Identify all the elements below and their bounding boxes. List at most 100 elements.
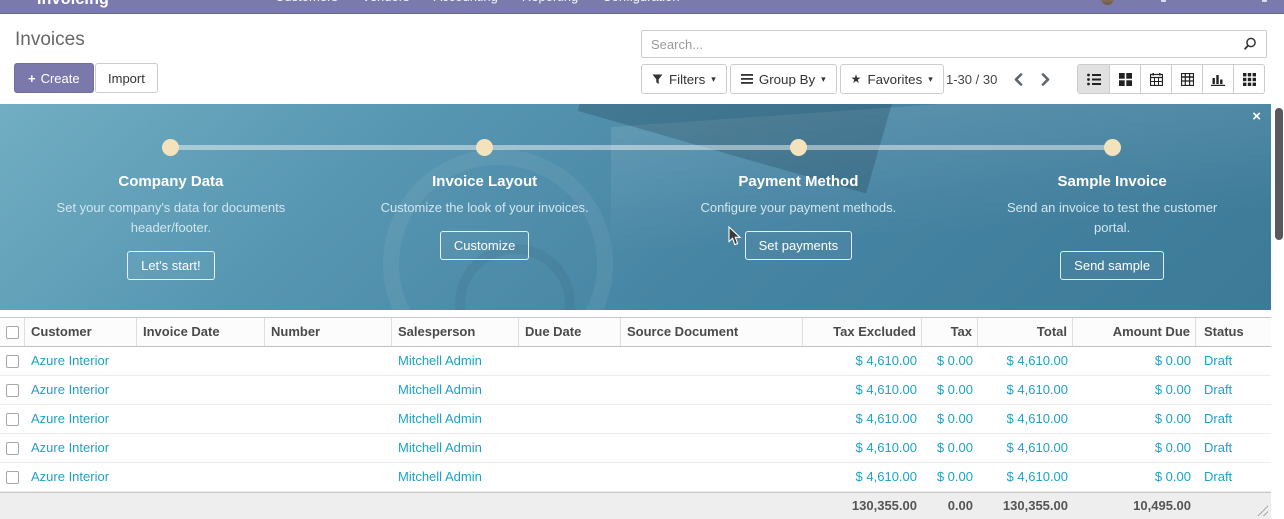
row-checkbox[interactable] bbox=[6, 384, 19, 397]
table-row[interactable]: Azure Interior Mitchell Admin $ 4,610.00… bbox=[0, 434, 1271, 463]
column-header-amount-due[interactable]: Amount Due bbox=[1073, 318, 1196, 346]
view-switch-activity-button[interactable] bbox=[1233, 65, 1264, 93]
cell-invoice-date[interactable] bbox=[137, 376, 265, 404]
menu-item-configuration[interactable]: Configuration bbox=[602, 0, 679, 4]
cell-salesperson[interactable]: Mitchell Admin bbox=[392, 347, 519, 375]
cell-tax-excluded[interactable]: $ 4,610.00 bbox=[803, 405, 922, 433]
menu-item-accounting[interactable]: Accounting bbox=[434, 0, 498, 4]
cell-invoice-date[interactable] bbox=[137, 405, 265, 433]
search-input[interactable] bbox=[642, 37, 1242, 52]
column-header-source-document[interactable]: Source Document bbox=[621, 318, 803, 346]
cell-source-document[interactable] bbox=[621, 347, 803, 375]
cell-amount-due[interactable]: $ 0.00 bbox=[1073, 405, 1196, 433]
cell-number[interactable] bbox=[265, 434, 392, 462]
row-checkbox[interactable] bbox=[6, 413, 19, 426]
cell-total[interactable]: $ 4,610.00 bbox=[978, 463, 1073, 491]
cell-tax-excluded[interactable]: $ 4,610.00 bbox=[803, 463, 922, 491]
cell-invoice-date[interactable] bbox=[137, 347, 265, 375]
cell-salesperson[interactable]: Mitchell Admin bbox=[392, 434, 519, 462]
cell-amount-due[interactable]: $ 0.00 bbox=[1073, 463, 1196, 491]
cell-source-document[interactable] bbox=[621, 463, 803, 491]
cell-total[interactable]: $ 4,610.00 bbox=[978, 376, 1073, 404]
cell-status[interactable]: Draft bbox=[1196, 347, 1271, 375]
cell-tax-excluded[interactable]: $ 4,610.00 bbox=[803, 376, 922, 404]
view-switch-list-button[interactable] bbox=[1078, 65, 1109, 93]
cell-due-date[interactable] bbox=[519, 376, 621, 404]
cell-tax[interactable]: $ 0.00 bbox=[922, 347, 978, 375]
pager-next-button[interactable] bbox=[1040, 73, 1051, 86]
cell-source-document[interactable] bbox=[621, 434, 803, 462]
cell-tax[interactable]: $ 0.00 bbox=[922, 405, 978, 433]
cell-status[interactable]: Draft bbox=[1196, 463, 1271, 491]
vertical-scrollbar-thumb[interactable] bbox=[1275, 108, 1283, 240]
view-switch-graph-button[interactable] bbox=[1202, 65, 1233, 93]
column-header-number[interactable]: Number bbox=[265, 318, 392, 346]
cell-due-date[interactable] bbox=[519, 463, 621, 491]
import-button[interactable]: Import bbox=[95, 63, 158, 93]
select-all-checkbox[interactable] bbox=[6, 326, 19, 339]
cell-number[interactable] bbox=[265, 463, 392, 491]
cell-amount-due[interactable]: $ 0.00 bbox=[1073, 434, 1196, 462]
activity-icon[interactable] bbox=[1161, 0, 1166, 2]
cell-status[interactable]: Draft bbox=[1196, 376, 1271, 404]
column-header-tax[interactable]: Tax bbox=[922, 318, 978, 346]
favorites-button[interactable]: ★ Favorites ▾ bbox=[840, 64, 944, 94]
column-header-invoice-date[interactable]: Invoice Date bbox=[137, 318, 265, 346]
app-brand[interactable]: Invoicing bbox=[37, 0, 109, 9]
customize-button[interactable]: Customize bbox=[440, 231, 529, 260]
column-header-total[interactable]: Total bbox=[978, 318, 1073, 346]
cell-tax-excluded[interactable]: $ 4,610.00 bbox=[803, 347, 922, 375]
cell-status[interactable]: Draft bbox=[1196, 434, 1271, 462]
cell-salesperson[interactable]: Mitchell Admin bbox=[392, 405, 519, 433]
create-button[interactable]: + Create bbox=[14, 63, 94, 93]
column-header-salesperson[interactable]: Salesperson bbox=[392, 318, 519, 346]
cell-due-date[interactable] bbox=[519, 405, 621, 433]
table-row[interactable]: Azure Interior Mitchell Admin $ 4,610.00… bbox=[0, 376, 1271, 405]
cell-tax[interactable]: $ 0.00 bbox=[922, 434, 978, 462]
banner-close-icon[interactable]: × bbox=[1252, 109, 1261, 124]
row-checkbox[interactable] bbox=[6, 442, 19, 455]
cell-customer[interactable]: Azure Interior bbox=[25, 347, 137, 375]
table-row[interactable]: Azure Interior Mitchell Admin $ 4,610.00… bbox=[0, 463, 1271, 492]
column-header-due-date[interactable]: Due Date bbox=[519, 318, 621, 346]
cell-customer[interactable]: Azure Interior bbox=[25, 463, 137, 491]
cell-amount-due[interactable]: $ 0.00 bbox=[1073, 376, 1196, 404]
set-payments-button[interactable]: Set payments bbox=[745, 231, 853, 260]
cell-number[interactable] bbox=[265, 405, 392, 433]
cell-tax[interactable]: $ 0.00 bbox=[922, 463, 978, 491]
cell-due-date[interactable] bbox=[519, 347, 621, 375]
cell-number[interactable] bbox=[265, 376, 392, 404]
send-sample-button[interactable]: Send sample bbox=[1060, 251, 1164, 280]
menu-item-customers[interactable]: Customers bbox=[275, 0, 338, 4]
cell-salesperson[interactable]: Mitchell Admin bbox=[392, 376, 519, 404]
cell-status[interactable]: Draft bbox=[1196, 405, 1271, 433]
messages-icon[interactable] bbox=[1262, 0, 1267, 2]
group-by-button[interactable]: Group By ▾ bbox=[730, 64, 837, 94]
cell-source-document[interactable] bbox=[621, 405, 803, 433]
table-row[interactable]: Azure Interior Mitchell Admin $ 4,610.00… bbox=[0, 347, 1271, 376]
view-switch-kanban-button[interactable] bbox=[1109, 65, 1140, 93]
cell-total[interactable]: $ 4,610.00 bbox=[978, 405, 1073, 433]
cell-total[interactable]: $ 4,610.00 bbox=[978, 347, 1073, 375]
menu-item-vendors[interactable]: Vendors bbox=[362, 0, 410, 4]
view-switch-calendar-button[interactable] bbox=[1140, 65, 1171, 93]
filters-button[interactable]: Filters ▾ bbox=[641, 64, 727, 94]
cell-salesperson[interactable]: Mitchell Admin bbox=[392, 463, 519, 491]
cell-invoice-date[interactable] bbox=[137, 463, 265, 491]
search-icon[interactable] bbox=[1242, 37, 1257, 52]
column-header-status[interactable]: Status bbox=[1196, 318, 1271, 346]
cell-total[interactable]: $ 4,610.00 bbox=[978, 434, 1073, 462]
menu-item-reporting[interactable]: Reporting bbox=[522, 0, 578, 4]
lets-start-button[interactable]: Let's start! bbox=[127, 251, 215, 280]
user-avatar[interactable] bbox=[1101, 0, 1114, 5]
cell-customer[interactable]: Azure Interior bbox=[25, 405, 137, 433]
table-row[interactable]: Azure Interior Mitchell Admin $ 4,610.00… bbox=[0, 405, 1271, 434]
row-checkbox[interactable] bbox=[6, 355, 19, 368]
cell-amount-due[interactable]: $ 0.00 bbox=[1073, 347, 1196, 375]
cell-tax[interactable]: $ 0.00 bbox=[922, 376, 978, 404]
column-header-tax-excluded[interactable]: Tax Excluded bbox=[803, 318, 922, 346]
cell-customer[interactable]: Azure Interior bbox=[25, 376, 137, 404]
cell-number[interactable] bbox=[265, 347, 392, 375]
row-checkbox[interactable] bbox=[6, 471, 19, 484]
view-switch-pivot-button[interactable] bbox=[1171, 65, 1202, 93]
